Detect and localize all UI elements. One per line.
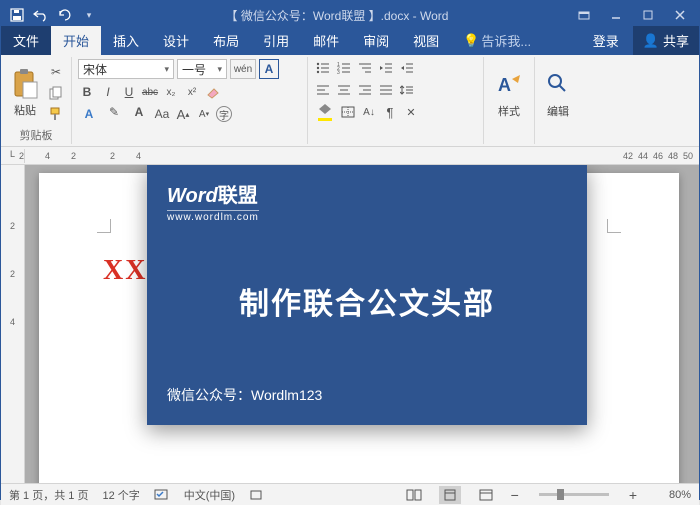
tab-view[interactable]: 视图 xyxy=(401,26,451,55)
font-name-dropdown[interactable]: 宋体▾ xyxy=(78,59,174,79)
cut-icon[interactable]: ✂ xyxy=(47,63,65,81)
redo-icon[interactable] xyxy=(55,5,75,25)
subscript-button[interactable]: x₂ xyxy=(162,83,180,101)
tab-review[interactable]: 审阅 xyxy=(351,26,401,55)
group-paragraph: 123 A↓ ¶ ✕ xyxy=(308,57,484,144)
quick-access-toolbar: ▾ xyxy=(1,5,105,25)
status-words[interactable]: 12 个字 xyxy=(102,487,139,503)
status-spellcheck-icon[interactable] xyxy=(154,489,170,501)
multilevel-list-icon[interactable] xyxy=(356,59,374,77)
underline-button[interactable]: U xyxy=(120,83,138,101)
title-bar: ▾ 【 微信公众号：Word联盟 】.docx - Word xyxy=(1,1,699,29)
status-insert-icon[interactable] xyxy=(249,489,263,501)
editing-button[interactable]: 编辑 xyxy=(541,69,575,121)
styles-button[interactable]: A 样式 xyxy=(490,69,528,121)
splash-overlay: Word联盟 www.wordlm.com 制作联合公文头部 微信公众号：Wor… xyxy=(147,165,587,425)
borders-icon[interactable] xyxy=(339,103,357,121)
decrease-indent-icon[interactable] xyxy=(377,59,395,77)
align-left-icon[interactable] xyxy=(314,81,332,99)
group-editing: 编辑 xyxy=(535,57,581,144)
align-center-icon[interactable] xyxy=(335,81,353,99)
line-spacing-icon[interactable] xyxy=(398,81,416,99)
share-button[interactable]: 👤共享 xyxy=(633,26,699,55)
margin-corner-tl xyxy=(97,219,111,233)
qat-customize-icon[interactable]: ▾ xyxy=(79,5,99,25)
group-clipboard: 粘贴 ✂ 剪贴板 xyxy=(1,57,72,144)
margin-corner-tr xyxy=(607,219,621,233)
font-size-dropdown[interactable]: 一号▾ xyxy=(177,59,227,79)
paste-button[interactable]: 粘贴 xyxy=(7,66,43,120)
increase-indent-icon[interactable] xyxy=(398,59,416,77)
document-text[interactable]: XX xyxy=(103,255,147,287)
group-styles: A 样式 xyxy=(484,57,535,144)
minimize-icon[interactable] xyxy=(601,5,631,25)
svg-text:A: A xyxy=(498,75,511,95)
status-language[interactable]: 中文(中国) xyxy=(184,487,235,503)
zoom-out-icon[interactable]: − xyxy=(511,487,519,503)
tab-tellme[interactable]: 💡告诉我... xyxy=(451,26,543,55)
char-border-icon[interactable]: A xyxy=(259,59,279,79)
ribbon-display-icon[interactable] xyxy=(569,5,599,25)
status-page[interactable]: 第 1 页，共 1 页 xyxy=(9,487,88,503)
brand-logo: Word联盟 www.wordlm.com xyxy=(167,179,567,223)
signin-link[interactable]: 登录 xyxy=(581,26,631,55)
save-icon[interactable] xyxy=(7,5,27,25)
view-read-icon[interactable] xyxy=(403,486,425,504)
phonetic-guide-icon[interactable]: wén xyxy=(230,59,256,79)
document-canvas[interactable]: XX Word联盟 www.wordlm.com 制作联合公文头部 微信公众号：… xyxy=(25,165,699,483)
maximize-icon[interactable] xyxy=(633,5,663,25)
group-clipboard-label: 剪贴板 xyxy=(7,126,65,144)
document-title: 【 微信公众号：Word联盟 】.docx - Word xyxy=(105,7,569,24)
text-effects-icon[interactable]: A xyxy=(78,105,100,123)
view-print-icon[interactable] xyxy=(439,486,461,504)
shading-icon[interactable] xyxy=(314,103,336,121)
zoom-level[interactable]: 80% xyxy=(651,489,691,501)
ribbon: 粘贴 ✂ 剪贴板 宋体▾ 一号▾ wén A B I U abc x₂ xyxy=(1,55,699,147)
strike-button[interactable]: abc xyxy=(141,83,159,101)
lightbulb-icon: 💡 xyxy=(463,33,479,49)
window-controls xyxy=(569,5,699,25)
ribbon-tabs: 文件 开始 插入 设计 布局 引用 邮件 审阅 视图 💡告诉我... 登录 👤共… xyxy=(1,29,699,55)
italic-button[interactable]: I xyxy=(99,83,117,101)
zoom-in-icon[interactable]: + xyxy=(629,487,637,503)
enclose-char-icon[interactable]: 字 xyxy=(216,106,232,122)
align-right-icon[interactable] xyxy=(356,81,374,99)
horizontal-ruler[interactable]: L 2 4 2 2 4 42 44 46 48 50 xyxy=(1,147,699,165)
tab-file[interactable]: 文件 xyxy=(1,26,51,55)
close-icon[interactable] xyxy=(665,5,695,25)
bullets-icon[interactable] xyxy=(314,59,332,77)
tab-references[interactable]: 引用 xyxy=(251,26,301,55)
font-color-icon[interactable]: A xyxy=(128,105,150,123)
highlight-icon[interactable]: ✎ xyxy=(103,105,125,123)
status-bar: 第 1 页，共 1 页 12 个字 中文(中国) − + 80% xyxy=(1,483,699,505)
eraser-icon[interactable] xyxy=(204,83,222,101)
sort-icon[interactable]: A↓ xyxy=(360,103,378,121)
splash-sub: 微信公众号：Wordlm123 xyxy=(167,385,322,405)
copy-icon[interactable] xyxy=(47,84,65,102)
format-painter-icon[interactable] xyxy=(47,105,65,123)
tab-insert[interactable]: 插入 xyxy=(101,26,151,55)
tab-design[interactable]: 设计 xyxy=(151,26,201,55)
splash-headline: 制作联合公文头部 xyxy=(167,279,567,323)
justify-icon[interactable] xyxy=(377,81,395,99)
view-web-icon[interactable] xyxy=(475,486,497,504)
tab-mailings[interactable]: 邮件 xyxy=(301,26,351,55)
tab-home[interactable]: 开始 xyxy=(51,26,101,55)
workspace: 2 2 4 XX Word联盟 www.wordlm.com 制作联合公文头部 … xyxy=(1,165,699,483)
vertical-ruler[interactable]: 2 2 4 xyxy=(1,165,25,483)
numbering-icon[interactable]: 123 xyxy=(335,59,353,77)
grow-font-icon[interactable]: A▴ xyxy=(174,105,192,123)
bold-button[interactable]: B xyxy=(78,83,96,101)
svg-text:3: 3 xyxy=(337,70,340,74)
group-font: 宋体▾ 一号▾ wén A B I U abc x₂ x² A ✎ A Aa A… xyxy=(72,57,308,144)
shrink-font-icon[interactable]: A▾ xyxy=(195,105,213,123)
share-icon: 👤 xyxy=(643,33,659,49)
char-shading-icon[interactable]: Aa xyxy=(153,105,171,123)
superscript-button[interactable]: x² xyxy=(183,83,201,101)
text-direction-icon[interactable]: ✕ xyxy=(402,103,420,121)
undo-icon[interactable] xyxy=(31,5,51,25)
tab-layout[interactable]: 布局 xyxy=(201,26,251,55)
zoom-slider[interactable] xyxy=(539,493,609,496)
show-marks-icon[interactable]: ¶ xyxy=(381,103,399,121)
